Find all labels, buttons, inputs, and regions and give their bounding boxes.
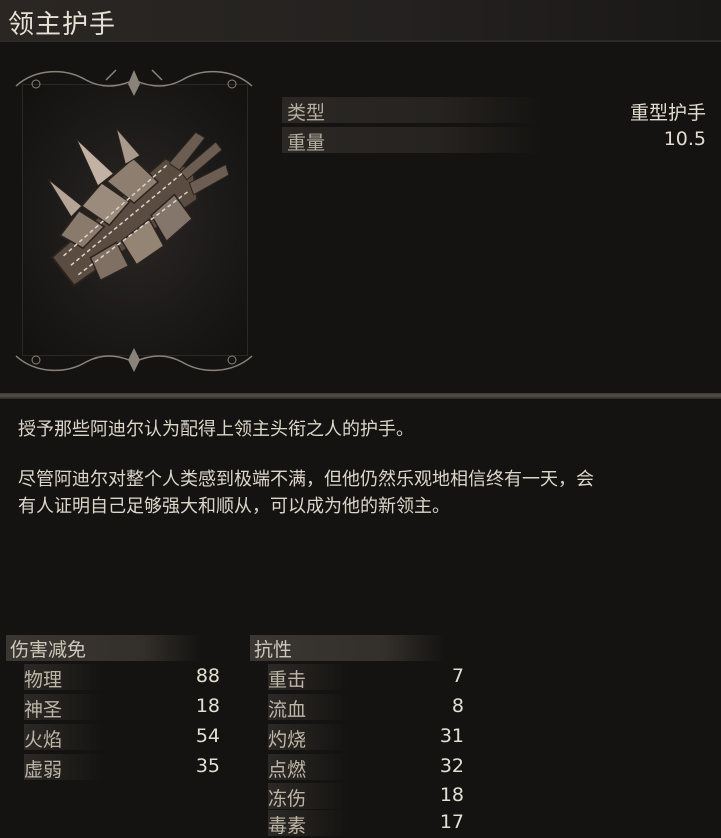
title-divider	[0, 40, 721, 42]
resistance-heading: 抗性	[250, 635, 444, 661]
stat-value: 54	[195, 725, 220, 747]
stat-row-frostbite: 冻伤 18	[268, 783, 468, 810]
item-title: 领主护手	[8, 10, 117, 40]
stat-row-ignite: 点燃 32	[268, 754, 468, 781]
type-label: 类型	[287, 102, 326, 124]
stat-label: 灼烧	[268, 729, 307, 751]
stat-value: 7	[451, 665, 464, 687]
stat-label: 物理	[24, 669, 63, 691]
stat-label: 点燃	[268, 759, 307, 781]
stat-value: 18	[439, 784, 464, 806]
stat-value: 31	[439, 725, 464, 747]
stat-row-burn: 灼烧 31	[268, 724, 468, 751]
weight-label: 重量	[287, 132, 326, 154]
stat-value: 17	[439, 811, 464, 833]
stat-row-void: 虚弱 35	[24, 754, 224, 781]
stat-label: 毒素	[268, 815, 307, 837]
item-portrait	[6, 66, 262, 372]
stat-value: 18	[195, 695, 220, 717]
stat-label: 冻伤	[268, 788, 307, 810]
stat-value: 32	[439, 755, 464, 777]
stat-value: 88	[195, 665, 220, 687]
description-paragraph-2-line-2: 有人证明自己足够强大和顺从，可以成为他的新领主。	[18, 496, 450, 517]
stat-label: 火焰	[24, 729, 63, 751]
stat-value: 8	[451, 695, 464, 717]
stat-label: 重击	[268, 669, 307, 691]
stat-row-physical: 物理 88	[24, 664, 224, 691]
type-value: 重型护手	[629, 102, 706, 124]
stat-row-poison: 毒素 17	[268, 810, 468, 837]
stat-row-stagger: 重击 7	[268, 664, 468, 691]
stat-row-holy: 神圣 18	[24, 694, 224, 721]
gauntlet-icon	[47, 128, 230, 287]
description-paragraph-1: 授予那些阿迪尔认为配得上领主头衔之人的护手。	[18, 419, 414, 440]
section-divider	[0, 393, 721, 399]
stat-label: 流血	[268, 699, 307, 721]
stat-row-bleed: 流血 8	[268, 694, 468, 721]
description-paragraph-2-line-1: 尽管阿迪尔对整个人类感到极端不满，但他仍然乐观地相信终有一天，会	[18, 469, 594, 490]
stat-label: 神圣	[24, 699, 63, 721]
stat-value: 35	[195, 755, 220, 777]
stat-row-fire: 火焰 54	[24, 724, 224, 751]
weight-value: 10.5	[663, 128, 706, 150]
damage-reduction-heading: 伤害减免	[6, 635, 200, 661]
stat-label: 虚弱	[24, 759, 63, 781]
